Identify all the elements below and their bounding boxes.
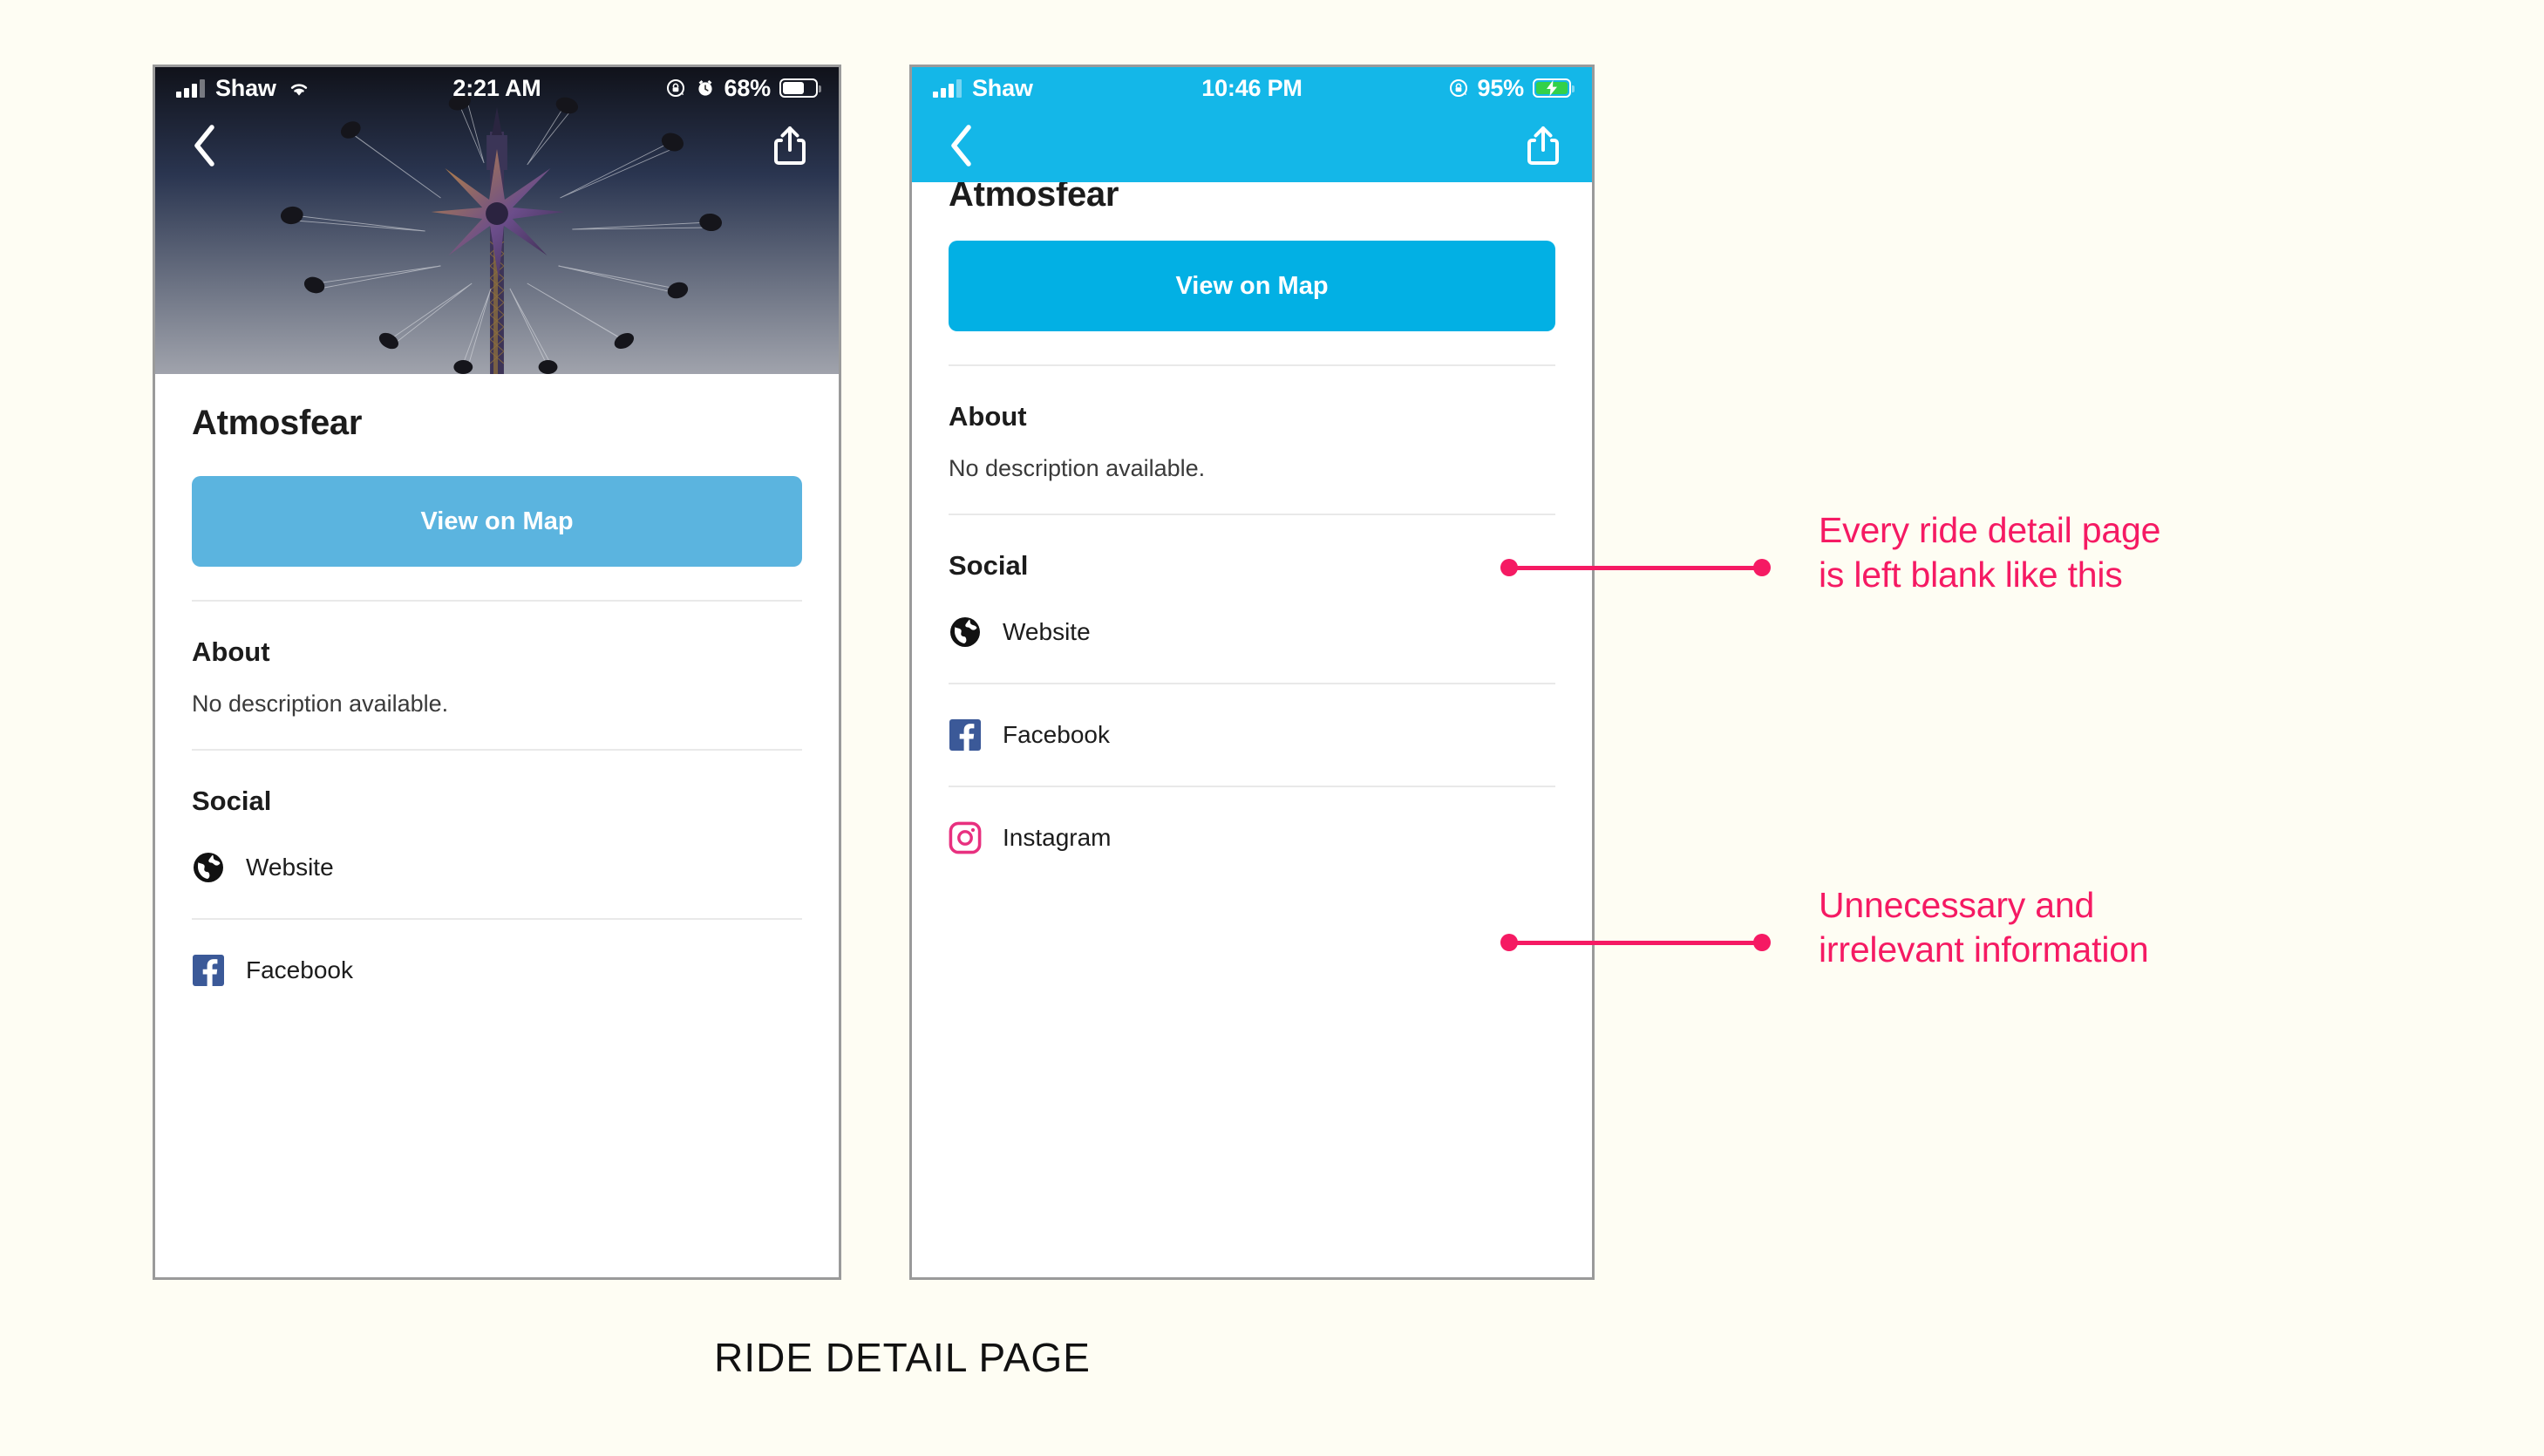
page-title: Atmosfear xyxy=(192,404,363,442)
social-label: Facebook xyxy=(246,956,353,983)
ride-hero-photo: Shaw 2:21 AM 68% xyxy=(155,67,839,374)
phone-mockup-left: Shaw 2:21 AM 68% Atmosfear View on Map A… xyxy=(153,65,841,1280)
share-icon xyxy=(774,126,806,165)
share-icon xyxy=(1527,126,1559,165)
chevron-left-icon xyxy=(951,125,971,167)
instagram-icon xyxy=(949,821,982,854)
social-label: Instagram xyxy=(1003,824,1112,851)
social-heading: Social xyxy=(949,550,1029,581)
design-critique-canvas: Shaw 2:21 AM 68% Atmosfear View on Map A… xyxy=(0,0,2544,1456)
annotation-dot-end-1 xyxy=(1753,559,1771,576)
social-row-website[interactable]: Website xyxy=(949,582,1555,683)
battery-percent-left: 68% xyxy=(724,74,772,101)
social-row-website[interactable]: Website xyxy=(192,817,802,918)
signal-icon xyxy=(176,78,205,98)
divider xyxy=(949,514,1555,515)
divider xyxy=(949,364,1555,366)
signal-icon xyxy=(933,78,962,98)
detail-content-right: Atmosfear View on Map About No descripti… xyxy=(912,175,1592,888)
carrier-label: Shaw xyxy=(215,74,276,101)
view-on-map-button[interactable]: View on Map xyxy=(949,241,1555,331)
globe-icon xyxy=(950,617,980,647)
battery-percent-right: 95% xyxy=(1477,74,1525,101)
globe-icon xyxy=(194,853,223,882)
alarm-icon xyxy=(697,80,712,96)
facebook-icon xyxy=(193,955,224,987)
about-heading: About xyxy=(192,636,270,667)
back-button[interactable] xyxy=(181,121,227,170)
annotation-text-2: Unnecessary and irrelevant information xyxy=(1819,885,2149,970)
about-heading: About xyxy=(949,401,1027,432)
rotation-lock-icon xyxy=(1449,79,1467,97)
share-button[interactable] xyxy=(1520,121,1566,170)
social-row-instagram[interactable]: Instagram xyxy=(949,787,1555,888)
rotation-lock-icon xyxy=(666,79,684,97)
carrier-label: Shaw xyxy=(972,74,1033,101)
annotation-text-1: Every ride detail page is left blank lik… xyxy=(1819,510,2161,595)
social-label: Facebook xyxy=(1003,721,1110,748)
about-body: No description available. xyxy=(192,691,449,717)
status-bar-right: Shaw 10:46 PM 95% xyxy=(912,67,1592,109)
charging-bolt-icon xyxy=(1547,80,1557,96)
view-on-map-button[interactable]: View on Map xyxy=(192,476,802,567)
battery-charging-icon xyxy=(1533,78,1575,98)
about-body: No description available. xyxy=(949,455,1206,481)
status-bar-left: Shaw 2:21 AM 68% xyxy=(155,67,839,109)
annotation-dot-end-2 xyxy=(1753,934,1771,951)
back-button[interactable] xyxy=(938,121,983,170)
social-row-facebook[interactable]: Facebook xyxy=(949,684,1555,786)
divider xyxy=(192,749,802,751)
cyan-app-header: Shaw 10:46 PM 95% xyxy=(912,67,1592,182)
wifi-icon xyxy=(290,84,307,96)
detail-content-left: Atmosfear View on Map About No descripti… xyxy=(155,404,839,1021)
divider xyxy=(192,600,802,602)
phone-mockup-right: Shaw 10:46 PM 95% Atmosfear View on Map … xyxy=(909,65,1595,1280)
figure-caption: RIDE DETAIL PAGE xyxy=(714,1335,1091,1380)
share-button[interactable] xyxy=(767,121,813,170)
annotation-line-1 xyxy=(1509,566,1762,570)
chevron-left-icon xyxy=(194,125,214,167)
social-row-facebook[interactable]: Facebook xyxy=(192,920,802,1021)
social-heading: Social xyxy=(192,786,272,816)
social-label: Website xyxy=(1003,618,1091,645)
nav-bar-right xyxy=(912,109,1592,182)
facebook-icon xyxy=(949,719,981,752)
battery-icon xyxy=(779,78,821,98)
annotation-line-2 xyxy=(1509,941,1762,945)
nav-bar-left xyxy=(155,109,839,182)
social-label: Website xyxy=(246,854,334,881)
